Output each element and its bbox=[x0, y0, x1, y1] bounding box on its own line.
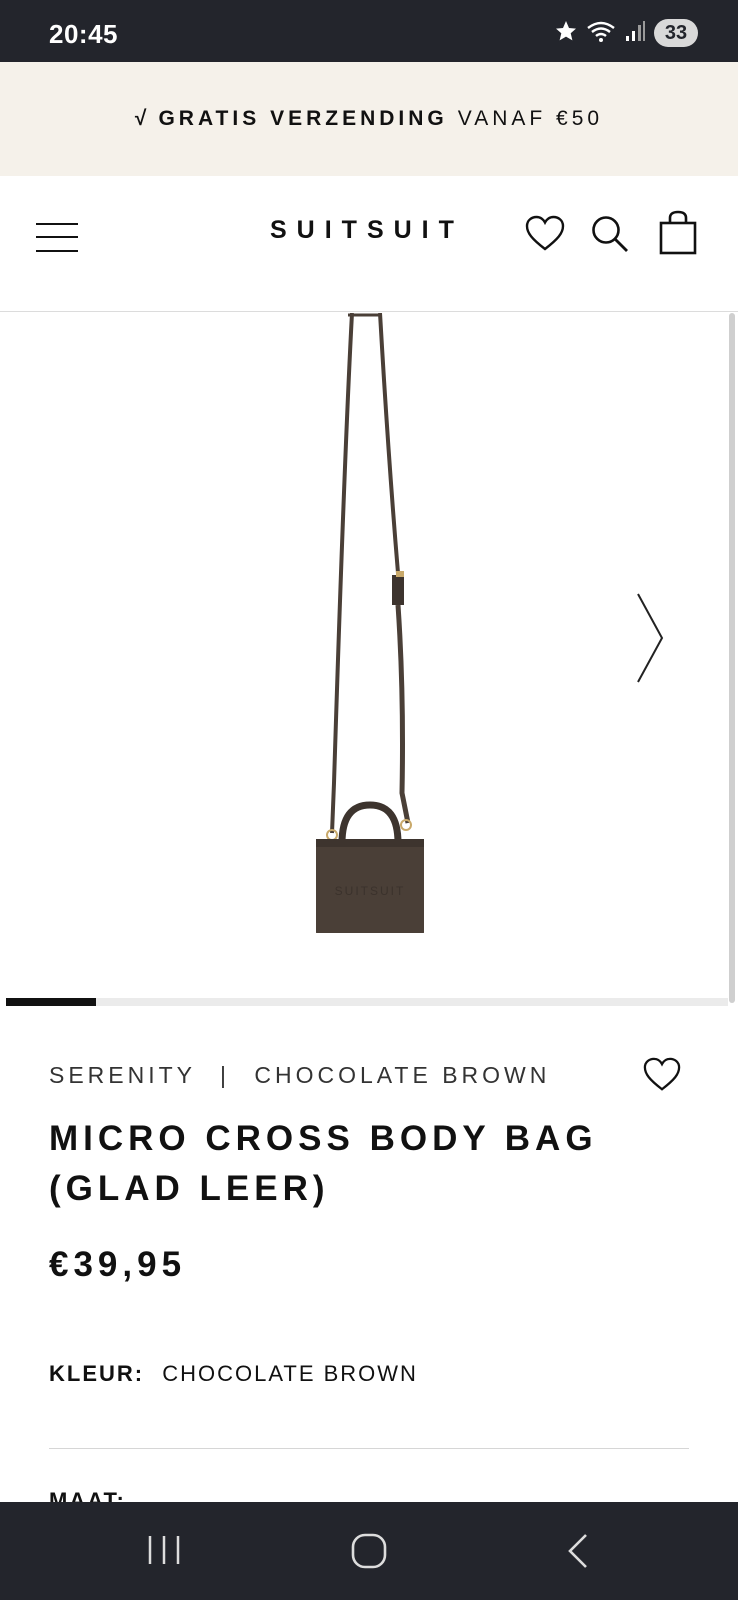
color-name: CHOCOLATE BROWN bbox=[254, 1062, 551, 1088]
product-title: MICRO CROSS BODY BAG (GLAD LEER) bbox=[49, 1119, 598, 1208]
product-price: €39,95 bbox=[49, 1245, 187, 1284]
promo-rest-text: VANAF €50 bbox=[457, 107, 604, 130]
gallery-scrollbar[interactable] bbox=[729, 313, 735, 1003]
collection-name[interactable]: SERENITY bbox=[49, 1062, 196, 1088]
home-icon[interactable] bbox=[350, 1532, 388, 1575]
status-time: 20:45 bbox=[49, 19, 118, 49]
product-meta: SERENITY | CHOCOLATE BROWN bbox=[49, 1062, 550, 1089]
bag-icon[interactable] bbox=[658, 210, 698, 261]
back-icon[interactable] bbox=[564, 1532, 592, 1575]
system-nav-bar bbox=[0, 1502, 738, 1600]
product-gallery[interactable]: SUITSUIT bbox=[0, 312, 738, 1007]
color-label: KLEUR: bbox=[49, 1361, 145, 1386]
site-header: SUITSUIT bbox=[0, 176, 738, 312]
meta-separator: | bbox=[220, 1062, 230, 1088]
promo-bold-text: GRATIS VERZENDING bbox=[158, 107, 448, 130]
status-icons: 33 bbox=[554, 18, 698, 48]
color-selector-label: KLEUR: CHOCOLATE BROWN bbox=[49, 1361, 418, 1387]
menu-icon[interactable] bbox=[36, 221, 80, 253]
bag-imprint: SUITSUIT bbox=[335, 884, 406, 898]
free-shipping-banner[interactable]: √ GRATIS VERZENDING VANAF €50 bbox=[0, 62, 738, 176]
color-value: CHOCOLATE BROWN bbox=[162, 1361, 418, 1386]
check-icon: √ bbox=[134, 107, 151, 130]
star-icon bbox=[554, 19, 578, 48]
gallery-progress bbox=[6, 998, 728, 1006]
search-icon[interactable] bbox=[590, 214, 630, 259]
next-image-arrow[interactable] bbox=[634, 590, 666, 691]
status-bar: 20:45 33 bbox=[0, 0, 738, 62]
battery-icon: 33 bbox=[654, 19, 698, 47]
signal-icon bbox=[624, 19, 646, 48]
wishlist-heart-icon[interactable] bbox=[642, 1056, 682, 1099]
heart-icon[interactable] bbox=[524, 214, 566, 259]
recents-icon[interactable] bbox=[146, 1532, 182, 1573]
wifi-icon bbox=[586, 19, 616, 48]
product-image[interactable]: SUITSUIT bbox=[300, 312, 440, 935]
logo[interactable]: SUITSUIT bbox=[270, 216, 464, 245]
gallery-progress-fill bbox=[6, 998, 97, 1006]
divider bbox=[49, 1448, 689, 1449]
